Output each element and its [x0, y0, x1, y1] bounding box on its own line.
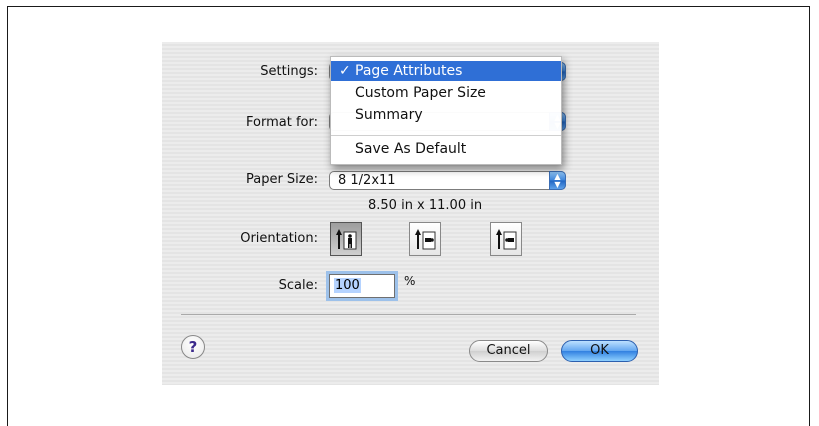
menu-item-custom-paper-size[interactable]: Custom Paper Size: [331, 83, 561, 103]
scale-input[interactable]: 100: [329, 274, 395, 298]
scale-value: 100: [334, 278, 361, 293]
popup-stepper-icon: ▲▼: [549, 171, 566, 190]
menu-item-save-as-default[interactable]: Save As Default: [331, 139, 561, 159]
portrait-orientation-icon: [336, 229, 357, 250]
orientation-landscape-right-button[interactable]: [490, 222, 522, 256]
landscape-left-orientation-icon: [415, 229, 436, 250]
paper-size-popup[interactable]: 8 1/2x11 ▲ ▼: [329, 171, 566, 190]
scale-unit: %: [404, 274, 416, 288]
paper-dimensions: 8.50 in x 11.00 in: [368, 198, 483, 213]
settings-dropdown-menu: ✓ Page Attributes Custom Paper Size Summ…: [330, 56, 562, 165]
landscape-right-orientation-icon: [496, 229, 517, 250]
orientation-landscape-left-button[interactable]: [409, 222, 441, 256]
checkmark-icon: ✓: [339, 63, 351, 79]
paper-size-label: Paper Size:: [245, 172, 318, 187]
cancel-button[interactable]: Cancel: [469, 340, 548, 362]
orientation-label: Orientation:: [240, 231, 318, 246]
divider: [181, 314, 636, 315]
orientation-portrait-button[interactable]: [330, 222, 362, 256]
menu-item-label: Save As Default: [355, 141, 467, 157]
help-icon: ?: [188, 338, 198, 356]
menu-item-page-attributes[interactable]: ✓ Page Attributes: [331, 61, 561, 81]
scale-label: Scale:: [278, 278, 318, 293]
menu-item-label: Summary: [355, 107, 423, 123]
help-button[interactable]: ?: [181, 335, 205, 359]
ok-button[interactable]: OK: [561, 340, 638, 362]
menu-separator: [331, 135, 561, 136]
menu-item-label: Custom Paper Size: [355, 85, 486, 101]
menu-item-label: Page Attributes: [355, 63, 463, 79]
paper-size-value: 8 1/2x11: [338, 173, 396, 188]
settings-label: Settings:: [260, 64, 318, 79]
format-for-label: Format for:: [246, 115, 318, 130]
menu-item-summary[interactable]: Summary: [331, 105, 561, 125]
